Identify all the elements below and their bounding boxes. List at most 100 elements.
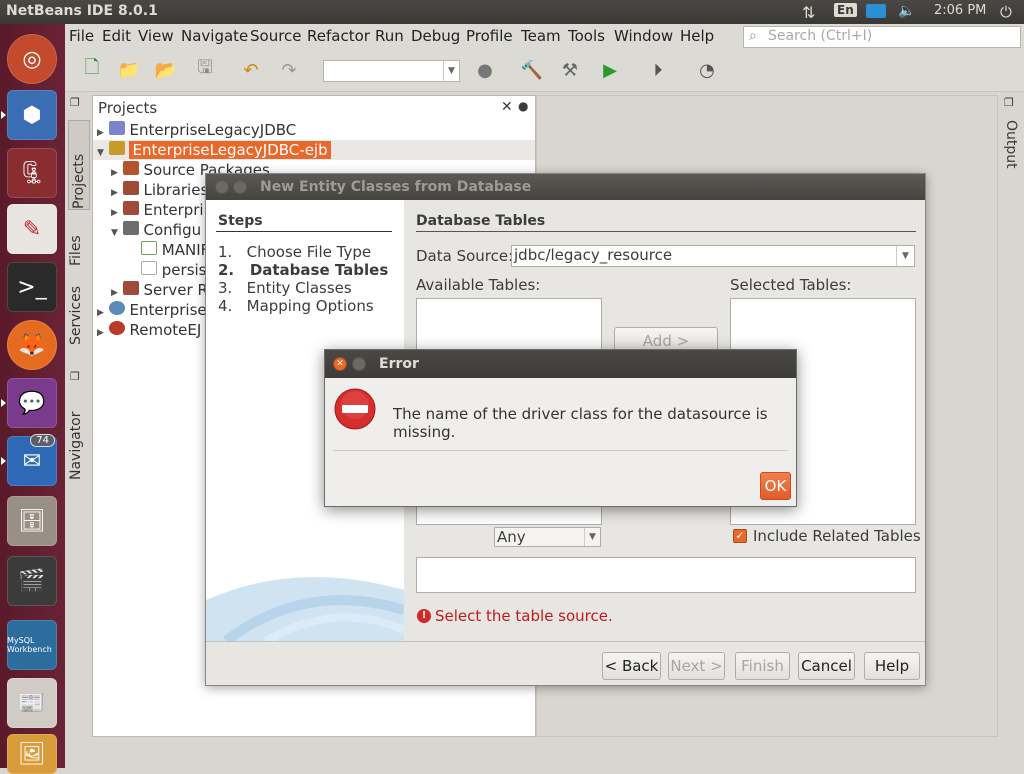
maximize-icon[interactable]: ● xyxy=(518,99,528,113)
menu-view[interactable]: View xyxy=(138,27,174,45)
profile-icon[interactable]: ◔ xyxy=(694,57,720,83)
next-button[interactable]: Next > xyxy=(668,652,725,680)
menu-debug[interactable]: Debug xyxy=(411,27,460,45)
tab-services[interactable]: Services xyxy=(68,275,84,345)
chevron-down-icon: ▼ xyxy=(584,528,600,546)
finish-button[interactable]: Finish xyxy=(735,652,790,680)
mysql-workbench-icon[interactable]: MySQL Workbench xyxy=(7,620,57,670)
step-item: 3. Entity Classes xyxy=(218,279,352,297)
tab-files[interactable]: Files xyxy=(68,210,84,266)
expand-arrow-icon[interactable]: ▶ xyxy=(97,308,104,318)
installer-icon[interactable]: 🗜 xyxy=(7,148,57,198)
expand-arrow-icon[interactable]: ▶ xyxy=(97,128,104,138)
ubuntu-dash-icon[interactable]: ◎ xyxy=(7,34,57,84)
menu-refactor[interactable]: Refactor xyxy=(307,27,370,45)
menu-edit[interactable]: Edit xyxy=(102,27,131,45)
new-file-icon[interactable]: 🗋 xyxy=(79,57,105,83)
netbeans-icon[interactable]: ⬢ xyxy=(1,90,57,140)
menu-help[interactable]: Help xyxy=(680,27,714,45)
configuration-combo[interactable]: ▼ xyxy=(323,60,460,82)
video-editor-icon[interactable]: 🎬 xyxy=(7,556,57,606)
expand-arrow-icon[interactable]: ▶ xyxy=(111,288,118,298)
tree-item[interactable]: ▶ Enterpri xyxy=(111,201,204,219)
wizard-decoration-graphic xyxy=(206,577,404,641)
minimize-group-icon[interactable]: ❐ xyxy=(70,96,80,109)
tree-item[interactable]: ▼ Configu xyxy=(111,221,201,239)
close-icon[interactable] xyxy=(215,180,229,194)
debug-icon[interactable]: ⏵ xyxy=(645,57,671,83)
thunderbird-icon[interactable]: ✉ 74 xyxy=(1,434,57,486)
keyboard-indicator[interactable]: En xyxy=(834,3,857,17)
library-icon xyxy=(122,181,139,195)
undo-icon[interactable]: ↶ xyxy=(238,57,264,83)
tree-item[interactable]: ▶ RemoteEJ xyxy=(97,321,201,339)
tree-item[interactable]: MANIF xyxy=(141,241,209,259)
menu-tools[interactable]: Tools xyxy=(568,27,605,45)
search-input[interactable]: ⌕ Search (Ctrl+I) xyxy=(743,26,1021,48)
pan-icon[interactable]: 📰 xyxy=(7,678,57,728)
collapse-arrow-icon[interactable]: ▼ xyxy=(97,148,104,158)
expand-arrow-icon[interactable]: ▶ xyxy=(111,208,118,218)
remote-ejb-icon xyxy=(108,321,125,335)
menu-file[interactable]: File xyxy=(69,27,94,45)
tree-item[interactable]: ▶ Enterprise xyxy=(97,301,207,319)
power-icon[interactable]: ⏻ xyxy=(1000,3,1012,21)
menu-run[interactable]: Run xyxy=(375,27,404,45)
tree-item[interactable]: persis xyxy=(141,261,207,279)
close-icon[interactable]: ✕ xyxy=(333,357,347,371)
menu-navigate[interactable]: Navigate xyxy=(181,27,248,45)
image-viewer-icon[interactable]: 🖼 xyxy=(7,734,57,774)
tab-projects[interactable]: Projects xyxy=(68,120,90,210)
datasource-label: Data Source: xyxy=(416,247,514,265)
save-all-icon[interactable]: 🖫 xyxy=(192,57,218,83)
minimize-group-icon[interactable]: ❐ xyxy=(1004,96,1014,109)
tree-item[interactable]: ▼ EnterpriseLegacyJDBC-ejb xyxy=(97,141,331,159)
panel-header: Database Tables xyxy=(416,213,546,229)
expand-arrow-icon[interactable]: ▶ xyxy=(111,188,118,198)
steps-divider xyxy=(216,231,392,232)
maximize-icon[interactable] xyxy=(352,357,366,371)
menu-source[interactable]: Source xyxy=(250,27,302,45)
back-button[interactable]: < Back xyxy=(602,652,661,680)
expand-arrow-icon[interactable]: ▶ xyxy=(111,168,118,178)
run-icon[interactable]: ▶ xyxy=(597,57,623,83)
expand-arrow-icon[interactable]: ▶ xyxy=(97,328,104,338)
tab-navigator[interactable]: Navigator xyxy=(68,400,84,480)
maximize-icon[interactable] xyxy=(233,180,247,194)
network-icon[interactable]: ⇅ xyxy=(802,3,815,22)
tree-item[interactable]: ▶ Server R xyxy=(111,281,208,299)
selected-tables-label: Selected Tables: xyxy=(730,276,852,294)
files-icon[interactable]: 🗄 xyxy=(7,496,57,546)
firefox-icon[interactable]: 🦊 xyxy=(7,320,57,370)
ok-button[interactable]: OK xyxy=(760,472,791,500)
tab-output[interactable]: Output xyxy=(1001,120,1019,200)
terminal-icon[interactable]: >_ xyxy=(7,262,57,312)
datasource-select[interactable]: jdbc/legacy_resource ▼ xyxy=(511,245,915,267)
cancel-button[interactable]: Cancel xyxy=(798,652,855,680)
clean-build-icon[interactable]: ⚒ xyxy=(557,57,583,83)
document-viewer-icon[interactable]: ✎ xyxy=(7,204,57,254)
tree-item[interactable]: ▶ Libraries xyxy=(111,181,208,199)
open-project-icon[interactable]: 📂 xyxy=(153,57,179,83)
mail-icon[interactable] xyxy=(866,4,886,18)
tree-item[interactable]: ▶ EnterpriseLegacyJDBC xyxy=(97,121,296,139)
globe-icon[interactable]: ● xyxy=(472,57,498,83)
build-icon[interactable]: 🔨 xyxy=(519,57,545,83)
new-project-icon[interactable]: 📁 xyxy=(116,57,142,83)
include-related-checkbox[interactable]: ✓ xyxy=(733,529,747,543)
menu-team[interactable]: Team xyxy=(521,27,561,45)
chevron-down-icon: ▼ xyxy=(896,246,914,266)
menu-profile[interactable]: Profile xyxy=(466,27,513,45)
volume-icon[interactable]: 🔈 xyxy=(898,3,915,19)
clock[interactable]: 2:06 PM xyxy=(934,3,986,18)
step-item: 4. Mapping Options xyxy=(218,297,374,315)
close-icon[interactable]: ✕ xyxy=(501,99,513,115)
menu-window[interactable]: Window xyxy=(614,27,673,45)
help-button[interactable]: Help xyxy=(864,652,920,680)
table-filter-select[interactable]: Any ▼ xyxy=(494,527,601,547)
pidgin-icon[interactable]: 💬 xyxy=(1,378,57,428)
redo-icon[interactable]: ↷ xyxy=(276,57,302,83)
collapse-arrow-icon[interactable]: ▼ xyxy=(111,228,118,238)
minimize-group-icon[interactable]: ❐ xyxy=(70,370,80,383)
package-icon xyxy=(122,161,139,175)
